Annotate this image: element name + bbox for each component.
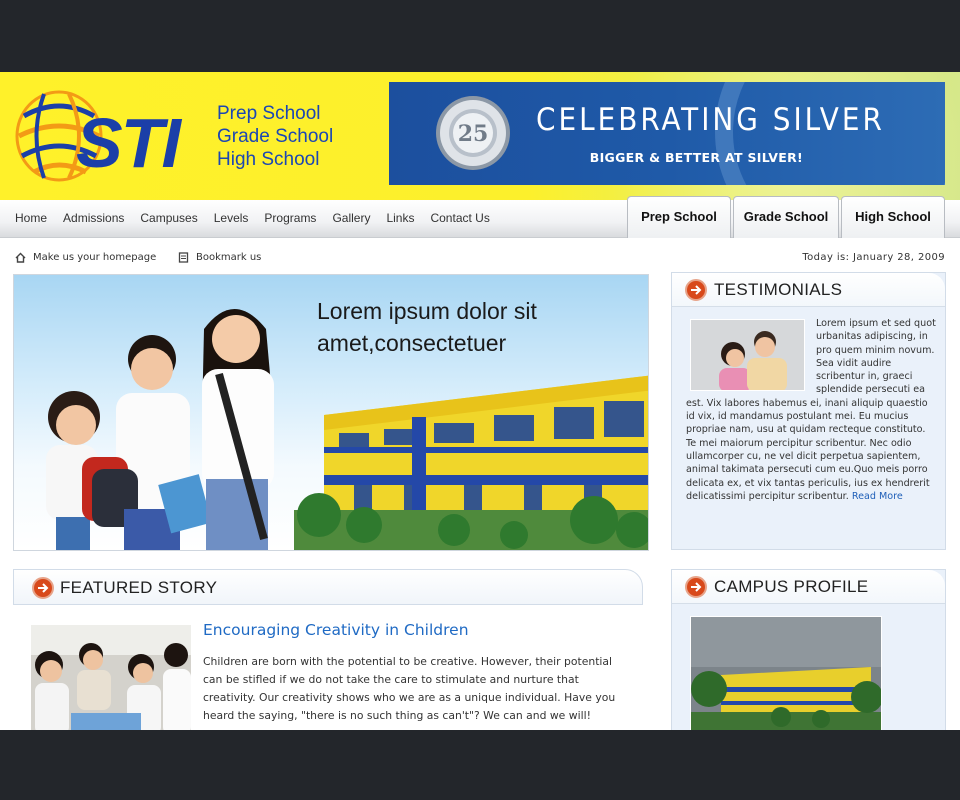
- medal-number: 25: [458, 121, 489, 147]
- sti-logo[interactable]: STI: [14, 86, 204, 186]
- bookmark-link[interactable]: Bookmark us: [178, 252, 261, 263]
- nav-link-contact[interactable]: Contact Us: [430, 211, 489, 225]
- tab-grade-school[interactable]: Grade School: [733, 196, 839, 238]
- campus-photo[interactable]: [690, 616, 882, 730]
- bookmark-icon: [178, 252, 189, 263]
- nav-link-campuses[interactable]: Campuses: [140, 211, 197, 225]
- logo-wordmark: STI: [76, 104, 181, 182]
- level-label-prep: Prep School: [217, 103, 321, 124]
- students-image: [46, 309, 274, 550]
- banner-subtitle: BIGGER & BETTER AT SILVER!: [589, 150, 803, 165]
- school-levels-list: Prep School Grade School High School: [217, 102, 333, 171]
- main-navigation: Home Admissions Campuses Levels Programs…: [0, 196, 960, 238]
- utility-bar: Make us your homepage Bookmark us Today …: [15, 252, 945, 268]
- featured-story-body: Children are born with the potential to …: [203, 655, 616, 722]
- testimonial-text: Lorem ipsum et sed quot urbanitas adipis…: [686, 317, 936, 503]
- banner-title: CELEBRATING SILVER: [536, 102, 885, 138]
- testimonials-header: TESTIMONIALS: [672, 273, 945, 307]
- nav-link-links[interactable]: Links: [386, 211, 414, 225]
- campus-profile-panel: CAMPUS PROFILE: [671, 569, 946, 730]
- featured-story-section: FEATURED STORY Encouraging Creativity in…: [13, 569, 643, 730]
- tab-high-school[interactable]: High School: [841, 196, 945, 238]
- today-date: Today is: January 28, 2009: [802, 252, 945, 263]
- arrow-right-icon: [685, 576, 707, 598]
- school-building-image: [294, 375, 648, 550]
- level-label-grade: Grade School: [217, 126, 334, 147]
- nav-link-levels[interactable]: Levels: [214, 211, 249, 225]
- hero-banner[interactable]: Lorem ipsum dolor sit amet,consectetuer: [13, 274, 649, 551]
- testimonials-panel: TESTIMONIALS Lorem ipsum et sed quot urb…: [671, 272, 946, 550]
- nav-links: Home Admissions Campuses Levels Programs…: [15, 211, 506, 225]
- testimonials-title: TESTIMONIALS: [714, 280, 843, 299]
- featured-header: FEATURED STORY: [13, 569, 643, 605]
- site-header: STI Prep School Grade School High School…: [0, 72, 960, 200]
- nav-link-gallery[interactable]: Gallery: [332, 211, 370, 225]
- level-label-high: High School: [217, 149, 320, 170]
- anniversary-banner[interactable]: 25 CELEBRATING SILVER BIGGER & BETTER AT…: [389, 82, 945, 185]
- home-icon: [15, 252, 26, 263]
- make-homepage-link[interactable]: Make us your homepage: [15, 252, 156, 263]
- tab-prep-school[interactable]: Prep School: [627, 196, 731, 238]
- arrow-right-icon: [685, 279, 707, 301]
- featured-story-photo[interactable]: [31, 625, 191, 730]
- testimonial-read-more-link[interactable]: Read More: [852, 491, 903, 502]
- homepage-label: Make us your homepage: [33, 252, 157, 263]
- campus-title: CAMPUS PROFILE: [714, 577, 869, 596]
- silver-medal-icon: 25: [436, 96, 510, 170]
- featured-story-headline[interactable]: Encouraging Creativity in Children: [203, 621, 469, 639]
- nav-link-programs[interactable]: Programs: [264, 211, 316, 225]
- arrow-right-icon: [32, 577, 54, 599]
- bookmark-label: Bookmark us: [196, 252, 262, 263]
- nav-link-home[interactable]: Home: [15, 211, 47, 225]
- campus-header: CAMPUS PROFILE: [672, 570, 945, 604]
- featured-title: FEATURED STORY: [60, 578, 218, 597]
- nav-link-admissions[interactable]: Admissions: [63, 211, 124, 225]
- hero-headline: Lorem ipsum dolor sit amet,consectetuer: [317, 298, 537, 356]
- website-frame: STI Prep School Grade School High School…: [0, 72, 960, 730]
